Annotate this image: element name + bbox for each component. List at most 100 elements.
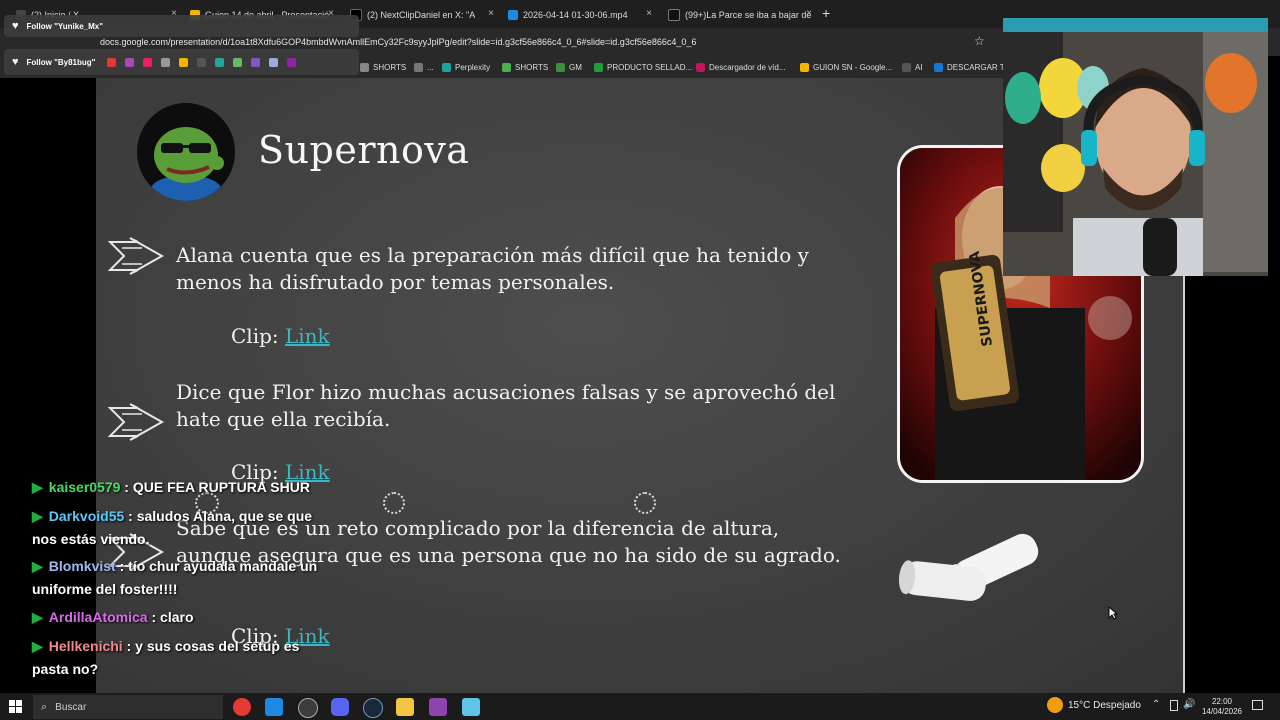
chat-message: ▶ ArdillaAtomica : claro — [32, 609, 194, 625]
bookmark-icon — [125, 57, 135, 67]
tiktok-icon — [197, 57, 207, 67]
bookmark-item[interactable]: Descargador de víd... — [696, 58, 785, 76]
chat-badge-icon: ▶ — [32, 638, 43, 654]
bookmark-icon — [287, 57, 297, 67]
chat-message: ▶ Darkvoid55 : saludos Alana, que se que … — [32, 508, 313, 547]
browser-tab[interactable]: (99+)La Parce se iba a bajar de × — [668, 4, 816, 26]
notifications-icon[interactable] — [1252, 700, 1263, 710]
folder-icon[interactable] — [396, 698, 414, 716]
chat-text: QUE FEA RUPTURA SHUR — [132, 479, 310, 495]
bookmark-icon — [696, 62, 705, 72]
windows-start-icon[interactable] — [9, 700, 22, 718]
pepe-avatar — [137, 103, 235, 201]
bookmark-item[interactable]: SHORTS — [502, 58, 548, 76]
chrome-icon[interactable] — [233, 698, 251, 716]
obs-icon[interactable] — [298, 698, 318, 718]
clip-line: Clip: Link — [231, 324, 330, 348]
bookmark-item[interactable]: ... — [414, 58, 434, 76]
search-icon: ⌕ — [41, 700, 48, 713]
bookmark-item[interactable]: GUION SN - Google... — [800, 58, 892, 76]
bookmark-item[interactable]: AI — [902, 58, 923, 76]
slide-item-text: Dice que Flor hizo muchas acusaciones fa… — [176, 380, 836, 431]
chevron-up-icon[interactable]: ⌃ — [1152, 699, 1160, 710]
drive-icon — [800, 62, 809, 72]
clock-time: 22:00 — [1211, 697, 1233, 706]
mouse-cursor-icon — [1108, 605, 1119, 625]
close-tab-icon[interactable]: × — [488, 8, 494, 19]
bookmark-icon — [360, 62, 369, 72]
mail-icon[interactable] — [265, 698, 283, 716]
bookmark-icon — [556, 62, 565, 72]
chat-badge-icon: ▶ — [32, 508, 43, 524]
bookmark-item[interactable]: Perplexity — [442, 58, 490, 76]
sheets-icon — [594, 62, 603, 72]
follow-alert: ♥ Follow "By81bug" — [4, 49, 359, 75]
drive-icon — [502, 62, 511, 72]
volume-icon[interactable]: 🔊 — [1183, 699, 1195, 710]
tab-title: 2026-04-14 01-30-06.mp4 — [523, 10, 628, 20]
clip-label: Clip: — [231, 324, 279, 348]
tab-title: (2) NextClipDaniel en X: "A — [367, 10, 476, 20]
bookmark-icon — [251, 57, 261, 67]
chalk-arrow-icon — [107, 402, 166, 447]
chat-badge-icon: ▶ — [32, 609, 43, 625]
stream-chat-overlay: ▶ kaiser0579 : QUE FEA RUPTURA SHUR ▶ Dark… — [24, 474, 330, 686]
bookmark-icon — [179, 57, 189, 67]
chat-message: ▶ kaiser0579 : QUE FEA RUPTURA SHUR — [32, 479, 310, 495]
chat-badge-icon: ▶ — [32, 479, 43, 495]
taskbar-search[interactable]: ⌕ Buscar — [33, 695, 223, 719]
bookmark-item[interactable]: SHORTS — [360, 58, 406, 76]
discord-icon[interactable] — [331, 698, 349, 716]
divider-line — [1183, 276, 1185, 693]
slide-item-text: Alana cuenta que es la preparación más d… — [176, 243, 809, 294]
app-icon[interactable] — [429, 698, 447, 716]
chat-text: claro — [160, 609, 194, 625]
chalk-pieces — [898, 520, 1048, 620]
close-tab-icon[interactable]: × — [806, 8, 812, 19]
perplexity-icon — [442, 62, 451, 72]
weather-text[interactable]: 15°C Despejado — [1068, 700, 1141, 711]
follow-alert-text: Follow "Yunike_Mx" — [26, 21, 104, 31]
browser-tab[interactable]: 2026-04-14 01-30-06.mp4 × — [508, 4, 656, 26]
bookmark-icon — [269, 57, 279, 67]
chat-username: Blomkvist — [48, 558, 116, 574]
bookmark-icon — [902, 62, 911, 72]
bookmark-star-icon[interactable]: ☆ — [974, 34, 985, 48]
chat-username: kaiser0579 — [48, 479, 121, 495]
clock-date: 14/04/2026 — [1201, 707, 1243, 716]
chat-username: ArdillaAtomica — [48, 609, 148, 625]
clip-link[interactable]: Link — [285, 324, 330, 348]
bookmark-icon — [414, 62, 423, 72]
bookmark-item[interactable]: GM — [556, 58, 582, 76]
bookmark-icon — [107, 57, 117, 67]
chalk-arrow-icon — [107, 236, 166, 281]
new-tab-button[interactable]: + — [822, 5, 830, 21]
download-icon — [161, 57, 171, 67]
bookmark-item[interactable]: PRODUCTO SELLAD... — [594, 58, 692, 76]
close-tab-icon[interactable]: × — [646, 8, 652, 19]
tiktok-icon — [668, 9, 680, 21]
network-icon[interactable] — [1170, 700, 1178, 711]
bookmark-icon — [215, 57, 225, 67]
chat-message: ▶ Blomkvist : tío chur ayudala mandale un… — [32, 558, 318, 597]
steam-icon[interactable] — [363, 698, 383, 718]
drive-icon — [508, 10, 518, 20]
heart-icon: ♥ — [12, 56, 19, 68]
chat-username: Hellkenichi — [48, 638, 123, 654]
chalk-scribble-icon — [634, 492, 656, 514]
chat-badge-icon: ▶ — [32, 558, 43, 574]
clock[interactable]: 22:00 14/04/2026 — [1200, 697, 1244, 717]
webcam-overlay — [1003, 18, 1268, 276]
browser-tab[interactable]: (2) NextClipDaniel en X: "A × — [350, 4, 498, 26]
chat-message: ▶ Hellkenichi : y sus cosas del setup es … — [32, 638, 300, 677]
chat-username: Darkvoid55 — [48, 508, 125, 524]
tab-title: (99+)La Parce se iba a bajar de — [685, 10, 812, 20]
follow-alert: ♥ Follow "Yunike_Mx" — [4, 15, 359, 37]
instagram-icon — [143, 57, 153, 67]
slide-title: Supernova — [258, 128, 470, 172]
bookmark-icon — [233, 57, 243, 67]
chalk-scribble-icon — [383, 492, 405, 514]
notepad-icon[interactable] — [462, 698, 480, 716]
follow-alert-text: Follow "By81bug" — [26, 57, 96, 67]
bookmark-item[interactable]: DESCARGAR TW — [934, 58, 1012, 76]
